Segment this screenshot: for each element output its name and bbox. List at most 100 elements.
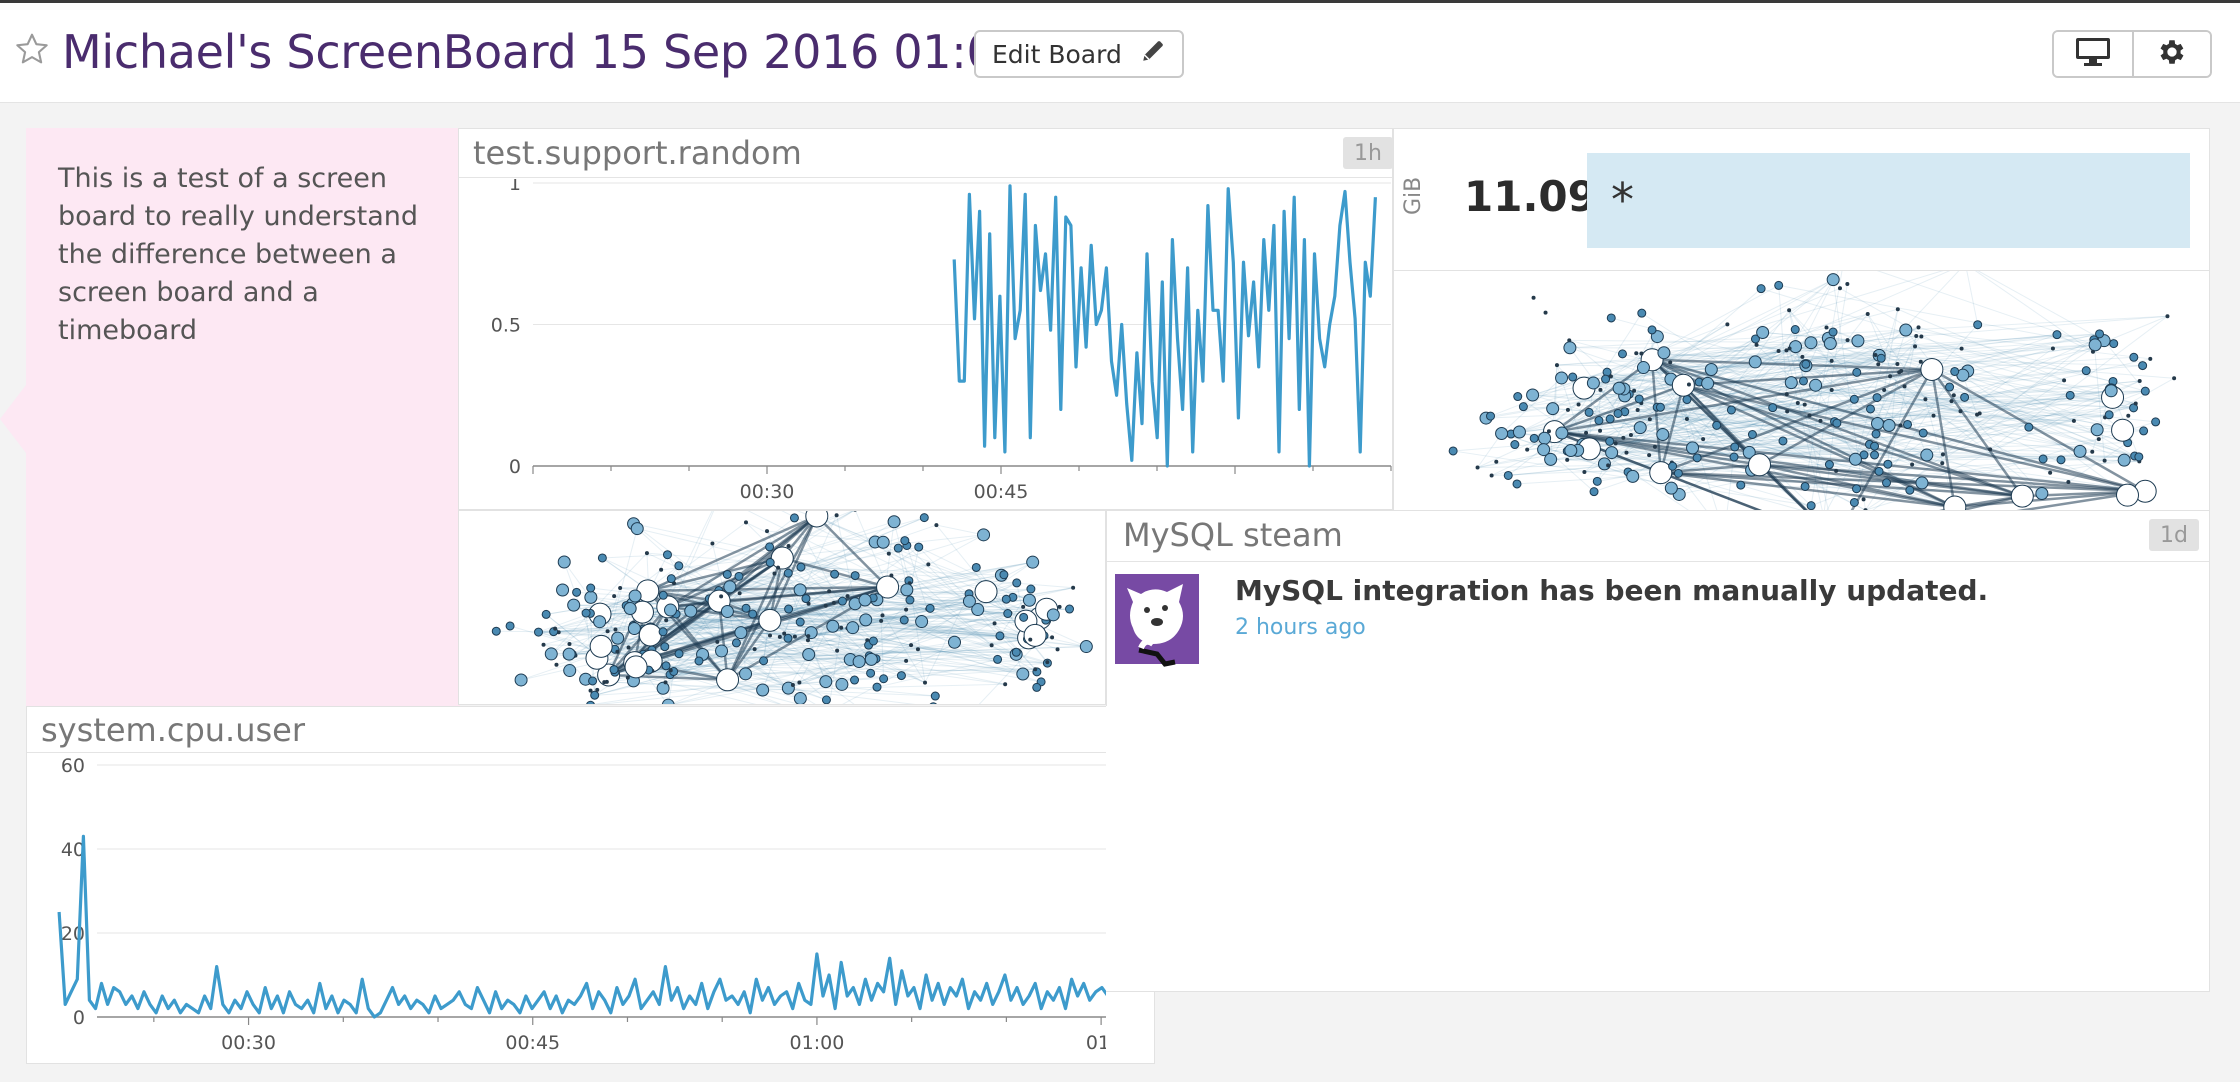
graph-node	[1874, 466, 1884, 476]
graph-node	[1448, 446, 1458, 456]
graph-node	[1021, 604, 1026, 609]
graph-node	[1011, 647, 1021, 657]
graph-node	[765, 529, 770, 534]
graph-node	[2102, 458, 2107, 463]
widget-title: MySQL steam	[1123, 516, 1343, 554]
graph-node	[609, 665, 619, 675]
gear-icon	[2156, 36, 2188, 72]
graph-node	[1871, 429, 1881, 439]
series-line	[57, 834, 1122, 1019]
graph-node	[1684, 417, 1689, 422]
graph-node	[741, 603, 751, 613]
graph-node	[588, 688, 593, 693]
graph-node	[604, 679, 609, 684]
graph-node	[1016, 667, 1030, 681]
graph-node	[1605, 436, 1615, 446]
y-tick-label: 0	[73, 1007, 85, 1029]
graph-node	[2104, 410, 2114, 420]
graph-node	[831, 600, 836, 605]
graph-node	[1829, 358, 1834, 363]
graph-node	[1634, 394, 1644, 404]
graph-node	[1045, 660, 1050, 665]
graph-node	[2138, 361, 2148, 371]
edit-board-button[interactable]: Edit Board	[974, 30, 1184, 78]
graph-node	[1589, 487, 1599, 497]
graph-node	[554, 662, 559, 667]
network-graph-image-2[interactable]	[458, 510, 1106, 705]
graph-node	[597, 553, 607, 563]
graph-node	[1824, 325, 1829, 330]
graph-node	[846, 621, 860, 635]
conditional-format-bar: *	[1587, 153, 2190, 248]
graph-node	[1895, 362, 1900, 367]
graph-node	[819, 675, 833, 689]
graph-node	[783, 568, 793, 578]
graph-node	[859, 613, 873, 627]
graph-node	[923, 680, 928, 685]
graph-node	[660, 642, 670, 652]
graph-node	[1870, 441, 1880, 451]
graph-node	[2111, 418, 2135, 442]
graph-node	[1943, 495, 1967, 510]
x-tick-label: 00:30	[740, 481, 795, 503]
graph-node	[893, 543, 903, 553]
graph-node	[1538, 431, 1552, 445]
graph-node	[1826, 273, 1840, 287]
note-widget[interactable]: This is a test of a screen board to real…	[26, 128, 460, 706]
graph-node	[1776, 349, 1781, 354]
graph-node	[1756, 325, 1770, 339]
settings-button[interactable]	[2132, 32, 2210, 76]
note-text: This is a test of a screen board to real…	[58, 163, 418, 346]
graph-node	[821, 695, 831, 704]
graph-node	[1787, 346, 1792, 351]
graph-node	[1736, 480, 1746, 490]
unit-label: GiB	[1401, 176, 1426, 215]
graph-node	[934, 523, 939, 528]
x-tick-label: 00:30	[221, 1032, 276, 1054]
widget-title: test.support.random	[473, 134, 802, 172]
graph-node	[1576, 402, 1581, 407]
graph-node	[2048, 470, 2053, 475]
graph-node	[1495, 426, 1509, 440]
graph-node	[1931, 413, 1936, 418]
event-time-link[interactable]: 2 hours ago	[1235, 615, 1366, 640]
graph-edge	[1966, 271, 1979, 325]
graph-node	[590, 690, 600, 700]
graph-node	[1959, 346, 1964, 351]
graph-node	[930, 691, 940, 701]
graph-node	[759, 656, 769, 666]
graph-node	[719, 594, 724, 599]
graph-node	[879, 674, 889, 684]
graph-node	[656, 681, 670, 695]
star-icon[interactable]	[14, 31, 50, 71]
graph-node	[1032, 682, 1042, 692]
widget-title: system.cpu.user	[41, 711, 306, 749]
graph-node	[491, 626, 501, 636]
graph-node	[1789, 340, 1803, 354]
graph-node	[1940, 452, 1945, 457]
graph-node	[974, 580, 998, 604]
graph-node	[1865, 404, 1875, 414]
graph-node	[837, 596, 847, 606]
graph-node	[659, 567, 664, 572]
graph-node	[1712, 420, 1722, 430]
tv-mode-button[interactable]	[2054, 32, 2132, 76]
graph-node	[627, 622, 641, 636]
graph-node	[2038, 454, 2048, 464]
graph-node	[2024, 422, 2034, 432]
graph-node	[624, 655, 648, 679]
graph-node	[1871, 416, 1885, 430]
graph-node	[1923, 397, 1928, 402]
network-graph-image[interactable]	[1393, 271, 2210, 511]
cpu-timeseries-widget[interactable]: system.cpu.user 60 40 20 0 00:30 00:45 01:00 01…	[26, 706, 1155, 1064]
random-timeseries-widget[interactable]: test.support.random 1h 10.5000:3000:4501…	[458, 128, 1393, 510]
graph-node	[1950, 366, 1960, 376]
graph-node	[2090, 449, 2095, 454]
graph-node	[752, 647, 757, 652]
graph-node	[904, 658, 909, 663]
graph-node	[1804, 336, 1818, 350]
graph-node	[1861, 497, 1866, 502]
graph-node	[1525, 447, 1530, 452]
random-timeseries-chart: 10.5000:3000:4501:	[491, 179, 1392, 503]
graph-node	[1518, 402, 1528, 412]
